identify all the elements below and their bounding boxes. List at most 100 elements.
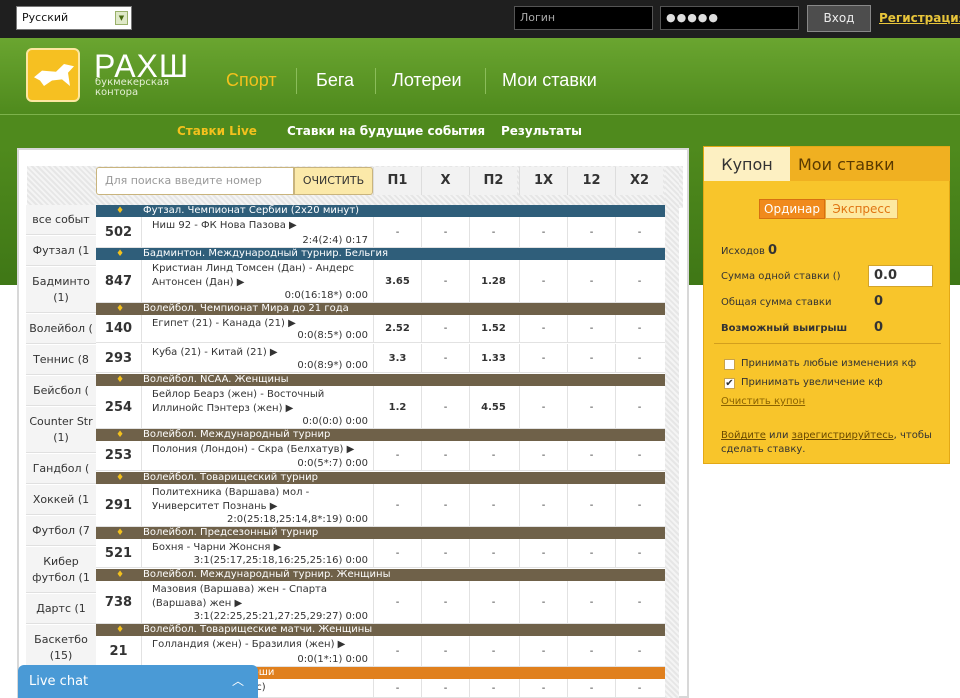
- odds-cell[interactable]: -: [469, 441, 517, 470]
- odds-cell[interactable]: -: [469, 636, 517, 666]
- search-input[interactable]: Для поиска введите номер: [96, 167, 294, 195]
- live-chat-bar[interactable]: Live chat ︿: [18, 665, 258, 698]
- chevron-up-icon[interactable]: ︿: [232, 665, 244, 698]
- event-name[interactable]: Бейлор Беарз (жен) - Восточный Иллинойс …: [152, 388, 372, 416]
- odds-cell[interactable]: -: [421, 636, 469, 666]
- odds-cell[interactable]: -: [567, 260, 615, 302]
- sidebar-item[interactable]: Теннис (8: [26, 345, 96, 375]
- nav-lotteries[interactable]: Лотереи: [392, 70, 462, 91]
- logo[interactable]: [26, 48, 80, 102]
- odds-cell[interactable]: -: [567, 679, 615, 697]
- event-name[interactable]: Кристиан Линд Томсен (Дан) - Андерс Анто…: [152, 262, 372, 290]
- subnav-future-bets[interactable]: Ставки на будущие события: [287, 124, 485, 138]
- clear-coupon-link[interactable]: Очистить купон: [721, 396, 805, 407]
- event-name[interactable]: Политехника (Варшава) мол - Университет …: [152, 486, 372, 514]
- sidebar-item[interactable]: все событ: [26, 205, 96, 235]
- odds-cell[interactable]: -: [615, 344, 663, 372]
- odds-cell[interactable]: -: [373, 484, 421, 526]
- register-link[interactable]: Регистрация: [879, 11, 960, 25]
- odds-cell[interactable]: -: [421, 679, 469, 697]
- odds-cell[interactable]: -: [519, 386, 567, 428]
- event-row[interactable]: 293 Куба (21) - Китай (21) ▶ 0:0(8:9*) 0:0…: [96, 344, 665, 373]
- sidebar-item[interactable]: Футбол (7: [26, 516, 96, 546]
- nav-sport[interactable]: Спорт: [226, 70, 277, 91]
- odds-cell[interactable]: 4.55: [469, 386, 517, 428]
- odds-cell[interactable]: -: [615, 539, 663, 567]
- event-row[interactable]: 502 Ниш 92 - ФК Нова Пазова ▶ 2:4(2:4) 0:1…: [96, 217, 665, 248]
- subnav-live-bets[interactable]: Ставки Live: [177, 124, 257, 138]
- odds-cell[interactable]: -: [615, 581, 663, 623]
- language-select[interactable]: Русский ▼: [16, 6, 132, 30]
- clear-search-button[interactable]: ОЧИСТИТЬ: [294, 167, 373, 195]
- odds-cell[interactable]: -: [519, 315, 567, 342]
- odds-cell[interactable]: -: [469, 679, 517, 697]
- nav-races[interactable]: Бега: [316, 70, 354, 91]
- odds-cell[interactable]: -: [615, 484, 663, 526]
- odds-cell[interactable]: -: [421, 217, 469, 247]
- odds-cell[interactable]: -: [421, 386, 469, 428]
- odds-cell[interactable]: -: [519, 636, 567, 666]
- odds-cell[interactable]: -: [567, 386, 615, 428]
- odds-cell[interactable]: 1.52: [469, 315, 517, 342]
- event-name[interactable]: Куба (21) - Китай (21) ▶: [152, 346, 372, 360]
- login-link[interactable]: Войдите: [721, 430, 766, 441]
- sidebar-item[interactable]: Бейсбол (: [26, 376, 96, 406]
- sidebar-item[interactable]: Дартс (1: [26, 594, 96, 624]
- odds-cell[interactable]: -: [615, 217, 663, 247]
- event-row[interactable]: 21 Голландия (жен) - Бразилия (жен) ▶ 0:0(…: [96, 636, 665, 667]
- odds-cell[interactable]: -: [519, 441, 567, 470]
- odds-cell[interactable]: -: [567, 441, 615, 470]
- odds-cell[interactable]: -: [421, 581, 469, 623]
- sidebar-item[interactable]: Футзал (1: [26, 236, 96, 266]
- odds-cell[interactable]: -: [373, 217, 421, 247]
- odds-cell[interactable]: 3.3: [373, 344, 421, 372]
- odds-cell[interactable]: -: [615, 679, 663, 697]
- event-row[interactable]: 291 Политехника (Варшава) мол - Университ…: [96, 484, 665, 527]
- odds-cell[interactable]: -: [519, 484, 567, 526]
- odds-cell[interactable]: -: [469, 539, 517, 567]
- odds-cell[interactable]: -: [373, 441, 421, 470]
- odds-cell[interactable]: -: [519, 344, 567, 372]
- event-name[interactable]: Бохня - Чарни Жонсня ▶: [152, 541, 372, 555]
- nav-my-bets[interactable]: Мои ставки: [502, 70, 597, 91]
- odds-cell[interactable]: -: [615, 260, 663, 302]
- sidebar-item[interactable]: Волейбол (: [26, 314, 96, 344]
- sidebar-item[interactable]: Гандбол (: [26, 454, 96, 484]
- accept-increase-checkbox[interactable]: ✔: [724, 378, 735, 389]
- odds-cell[interactable]: 1.33: [469, 344, 517, 372]
- odds-cell[interactable]: -: [567, 636, 615, 666]
- odds-cell[interactable]: -: [615, 386, 663, 428]
- tab-coupon[interactable]: Купон: [704, 147, 790, 181]
- stake-input[interactable]: 0.0: [868, 265, 933, 287]
- event-row[interactable]: 521 Бохня - Чарни Жонсня ▶ 3:1(25:17,25:18…: [96, 539, 665, 568]
- odds-cell[interactable]: -: [373, 539, 421, 567]
- express-bet-tab[interactable]: Экспресс: [825, 199, 898, 219]
- sidebar-item[interactable]: Бадминто (1): [26, 267, 96, 313]
- odds-cell[interactable]: -: [567, 539, 615, 567]
- odds-cell[interactable]: -: [567, 315, 615, 342]
- event-name[interactable]: Мазовия (Варшава) жен - Спарта (Варшава)…: [152, 583, 372, 611]
- tab-my-bets[interactable]: Мои ставки: [790, 147, 950, 181]
- odds-cell[interactable]: -: [519, 581, 567, 623]
- sidebar-item[interactable]: Кибер футбол (1: [26, 547, 96, 593]
- event-row[interactable]: 847 Кристиан Линд Томсен (Дан) - Андерс А…: [96, 260, 665, 303]
- event-row[interactable]: 253 Полония (Лондон) - Скра (Белхатув) ▶ 0…: [96, 441, 665, 471]
- odds-cell[interactable]: 2.52: [373, 315, 421, 342]
- odds-cell[interactable]: -: [567, 217, 615, 247]
- event-row[interactable]: 738 Мазовия (Варшава) жен - Спарта (Варша…: [96, 581, 665, 624]
- odds-cell[interactable]: -: [469, 484, 517, 526]
- odds-cell[interactable]: -: [373, 636, 421, 666]
- odds-cell[interactable]: -: [421, 539, 469, 567]
- event-row[interactable]: 254 Бейлор Беарз (жен) - Восточный Иллино…: [96, 386, 665, 429]
- sidebar-item[interactable]: Counter Str (1): [26, 407, 96, 453]
- login-input[interactable]: Логин: [514, 6, 653, 30]
- odds-cell[interactable]: -: [615, 441, 663, 470]
- odds-cell[interactable]: -: [567, 581, 615, 623]
- odds-cell[interactable]: -: [421, 441, 469, 470]
- odds-cell[interactable]: -: [421, 484, 469, 526]
- event-name[interactable]: Голландия (жен) - Бразилия (жен) ▶: [152, 638, 372, 652]
- odds-cell[interactable]: -: [519, 260, 567, 302]
- odds-cell[interactable]: -: [373, 679, 421, 697]
- odds-cell[interactable]: -: [421, 344, 469, 372]
- register-coupon-link[interactable]: зарегистрируйтесь: [792, 430, 894, 441]
